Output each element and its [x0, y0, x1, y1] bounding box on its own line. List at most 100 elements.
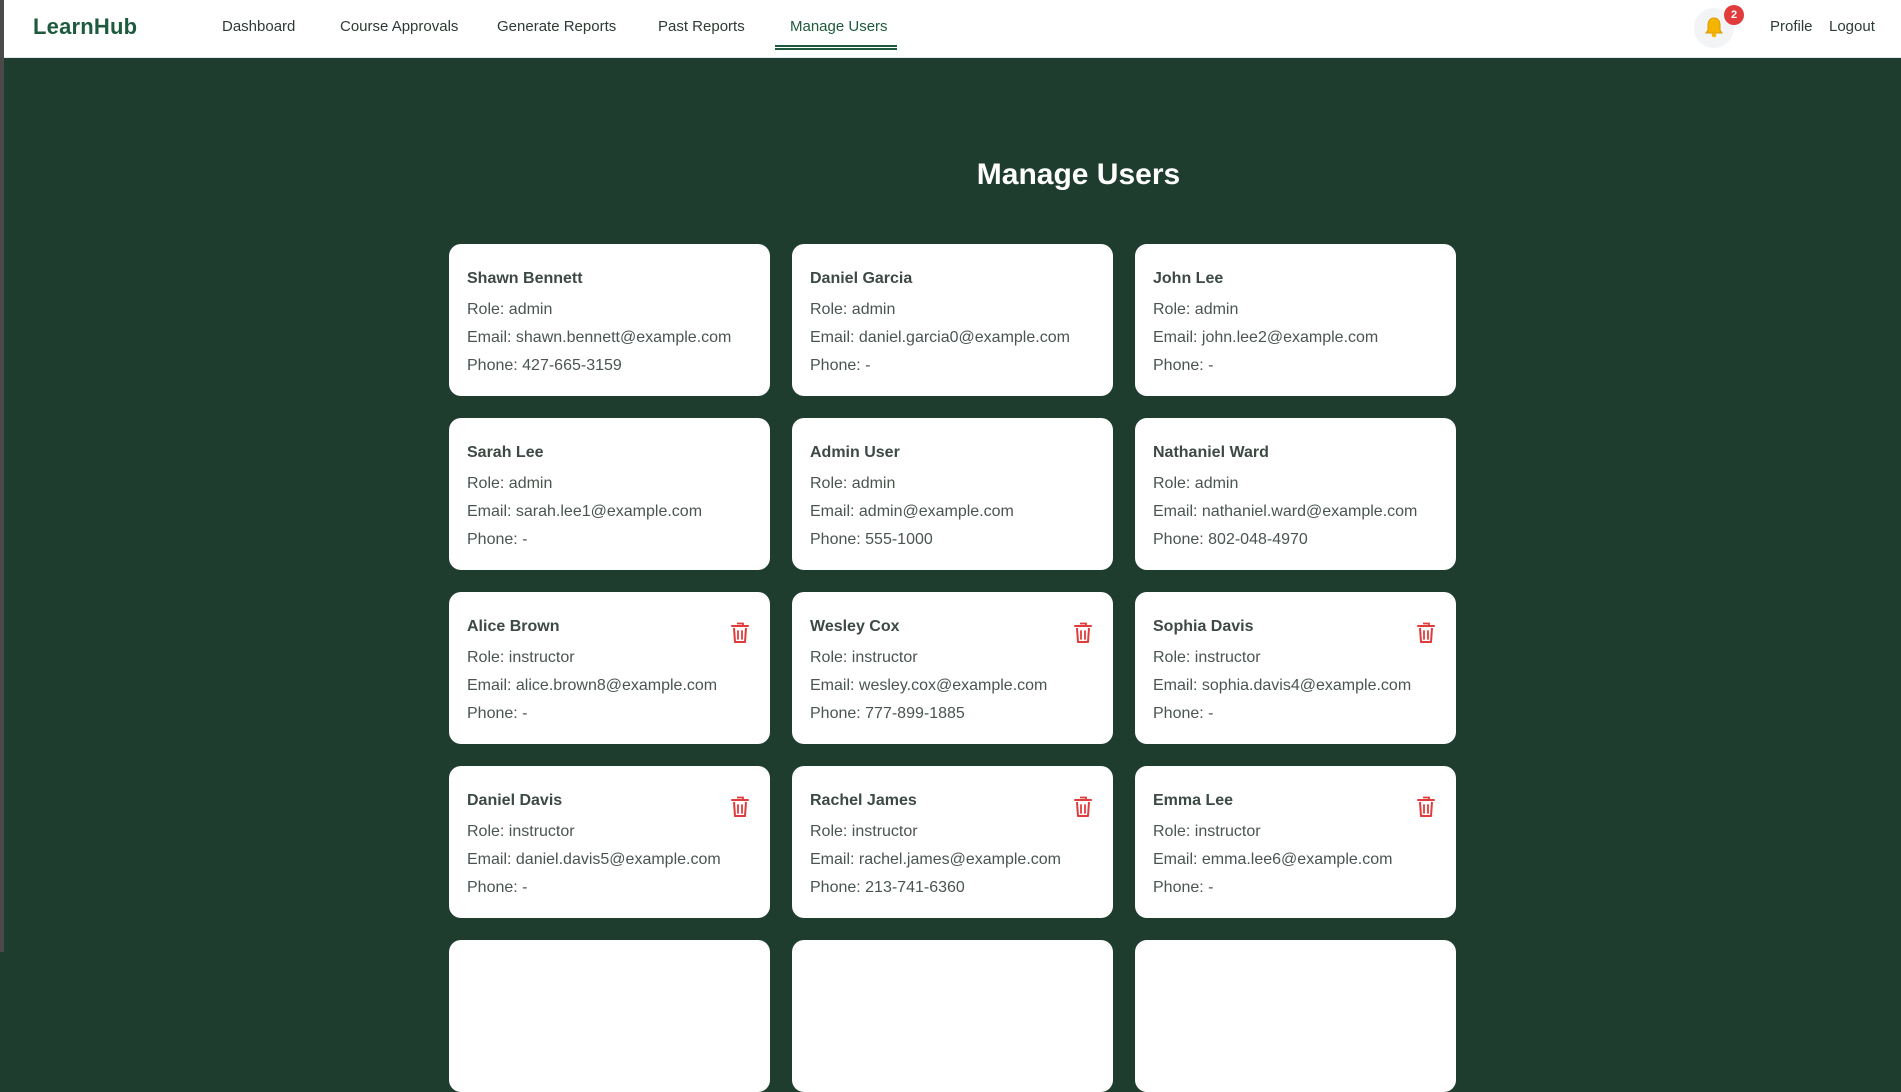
user-email: Email: sophia.davis4@example.com	[1153, 672, 1438, 700]
user-email-label: Email:	[467, 329, 516, 346]
profile-link[interactable]: Profile	[1770, 18, 1813, 35]
user-card: John Lee Role: admin Email: john.lee2@exam…	[1135, 244, 1456, 396]
user-phone: Phone: -	[1153, 352, 1438, 380]
delete-user-icon[interactable]	[1073, 796, 1093, 818]
user-phone-value: -	[865, 357, 871, 374]
user-role: Role: admin	[810, 470, 1095, 498]
user-phone-value: -	[522, 879, 528, 896]
user-phone: Phone: -	[810, 352, 1095, 380]
delete-user-icon[interactable]	[730, 622, 750, 644]
user-phone-label: Phone:	[467, 705, 523, 722]
user-email-label: Email:	[810, 677, 859, 694]
user-phone-value: -	[1208, 357, 1214, 374]
user-email-label: Email:	[1153, 329, 1202, 346]
user-phone-value: -	[1208, 705, 1214, 722]
user-phone-value: -	[522, 705, 528, 722]
user-card: Shawn Bennett Role: admin Email: shawn.ben…	[449, 244, 770, 396]
logout-link[interactable]: Logout	[1829, 18, 1875, 35]
user-phone-label: Phone:	[467, 879, 523, 896]
user-role-label: Role:	[1153, 301, 1195, 318]
delete-user-icon[interactable]	[1416, 622, 1436, 644]
nav-course-approvals[interactable]: Course Approvals	[340, 18, 458, 35]
user-phone: Phone: -	[467, 874, 752, 902]
user-email: Email: admin@example.com	[810, 498, 1095, 526]
user-phone-label: Phone:	[467, 531, 523, 548]
user-name: Sophia Davis	[1153, 618, 1254, 635]
user-role: Role: admin	[1153, 470, 1438, 498]
user-phone-label: Phone:	[1153, 357, 1209, 374]
user-email-label: Email:	[467, 503, 516, 520]
delete-user-icon[interactable]	[1073, 622, 1093, 644]
user-phone: Phone: -	[1153, 874, 1438, 902]
user-phone-value: 777-899-1885	[865, 705, 965, 722]
user-role-label: Role:	[467, 649, 509, 666]
user-card: Nathaniel Ward Role: admin Email: nathanie…	[1135, 418, 1456, 570]
user-role-value: instructor	[851, 649, 918, 666]
user-role-value: admin	[851, 301, 896, 318]
user-phone-value: 427-665-3159	[522, 357, 622, 374]
user-phone-label: Phone:	[1153, 705, 1209, 722]
user-email-value: rachel.james@example.com	[858, 851, 1061, 868]
notification-count-badge: 2	[1724, 5, 1744, 25]
user-card: Wesley Cox Role: instructor Email: wesley.…	[792, 592, 1113, 744]
user-phone-value: 213-741-6360	[865, 879, 965, 896]
window-left-edge	[0, 0, 4, 952]
user-email-value: shawn.bennett@example.com	[515, 329, 732, 346]
user-phone-value: 555-1000	[865, 531, 933, 548]
user-role-value: admin	[851, 475, 896, 492]
user-role: Role: instructor	[1153, 818, 1438, 846]
user-role-label: Role:	[810, 301, 852, 318]
user-phone-label: Phone:	[1153, 531, 1209, 548]
user-phone: Phone: -	[467, 700, 752, 728]
user-email-label: Email:	[1153, 503, 1202, 520]
user-name: Emma Lee	[1153, 792, 1234, 809]
user-phone-value: -	[522, 531, 528, 548]
nav-dashboard[interactable]: Dashboard	[222, 18, 295, 35]
user-email-label: Email:	[467, 851, 516, 868]
user-role-value: admin	[1194, 475, 1239, 492]
user-role: Role: admin	[467, 296, 752, 324]
user-name: Alice Brown	[467, 618, 560, 635]
user-role-value: instructor	[851, 823, 918, 840]
user-role-label: Role:	[467, 823, 509, 840]
app-logo[interactable]: LearnHub	[33, 14, 137, 40]
user-email: Email: emma.lee6@example.com	[1153, 846, 1438, 874]
user-phone-label: Phone:	[810, 705, 866, 722]
user-email: Email: shawn.bennett@example.com	[467, 324, 752, 352]
user-role: Role: admin	[810, 296, 1095, 324]
user-role-label: Role:	[467, 301, 509, 318]
user-email: Email: alice.brown8@example.com	[467, 672, 752, 700]
user-email-value: daniel.davis5@example.com	[515, 851, 721, 868]
user-name: Shawn Bennett	[467, 270, 583, 287]
user-card-grid: Shawn Bennett Role: admin Email: shawn.ben…	[449, 244, 1456, 1092]
user-email-value: wesley.cox@example.com	[858, 677, 1048, 694]
user-card: Admin User Role: admin Email: admin@exampl…	[792, 418, 1113, 570]
page-title: Manage Users	[976, 158, 1181, 191]
user-phone-value: 802-048-4970	[1208, 531, 1308, 548]
user-card: Alice Brown Role: instructor Email: alice.…	[449, 592, 770, 744]
user-role-label: Role:	[810, 823, 852, 840]
nav-manage-users[interactable]: Manage Users	[790, 18, 888, 35]
user-role: Role: instructor	[1153, 644, 1438, 672]
user-email-value: emma.lee6@example.com	[1201, 851, 1393, 868]
user-phone-label: Phone:	[1153, 879, 1209, 896]
user-phone: Phone: 427-665-3159	[467, 352, 752, 380]
user-phone: Phone: 777-899-1885	[810, 700, 1095, 728]
delete-user-icon[interactable]	[730, 796, 750, 818]
user-name: Sarah Lee	[467, 444, 544, 461]
user-role: Role: instructor	[810, 644, 1095, 672]
user-phone-label: Phone:	[810, 357, 866, 374]
delete-user-icon[interactable]	[1416, 796, 1436, 818]
user-role-value: instructor	[508, 649, 575, 666]
user-name: Rachel James	[810, 792, 917, 809]
user-role-value: admin	[1194, 301, 1239, 318]
user-phone: Phone: 802-048-4970	[1153, 526, 1438, 554]
user-email-value: sarah.lee1@example.com	[515, 503, 703, 520]
user-phone-label: Phone:	[810, 531, 866, 548]
nav-generate-reports[interactable]: Generate Reports	[497, 18, 616, 35]
user-card: Emma Lee Role: instructor Email: emma.lee6…	[1135, 766, 1456, 918]
user-email-value: john.lee2@example.com	[1201, 329, 1379, 346]
user-phone: Phone: -	[1153, 700, 1438, 728]
user-card	[449, 940, 770, 1092]
nav-past-reports[interactable]: Past Reports	[658, 18, 745, 35]
